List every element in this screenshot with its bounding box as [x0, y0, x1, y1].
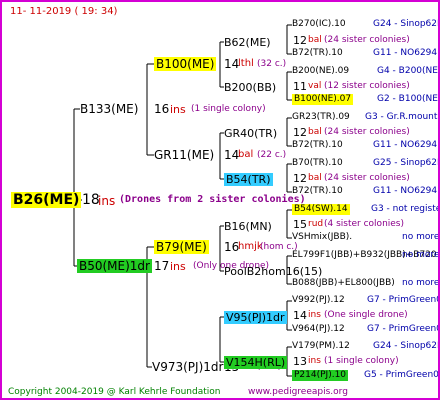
b200-ins: val: [308, 81, 322, 91]
b62-dam-line: G11 - NO6294R: [373, 48, 440, 58]
dam-dam-ins: lthl: [238, 58, 254, 69]
gen3-v154h-queen: V154H(RL): [224, 356, 288, 369]
dam-sire-generation: 14: [224, 148, 240, 162]
b16-dam-line: no more: [402, 232, 440, 242]
v154h-sire: V179(PM).12: [292, 341, 350, 351]
v95-dam: V964(PJ).12: [292, 324, 345, 334]
b62-note: (24 sister colonies): [324, 35, 410, 45]
dam-dam-queen: B100(ME): [154, 57, 217, 71]
poolb2-sire-line: no more: [402, 250, 440, 260]
v154h-note: (1 single colony): [324, 356, 399, 366]
v95-sire-line: G7 - PrimGreen00: [367, 295, 440, 305]
root-note: (Drones from 2 sister colonies): [119, 194, 306, 205]
b200-dam: B100(NE).07: [292, 94, 354, 105]
gr40-sire-line: G3 - Gr.R.mounta: [365, 112, 440, 122]
gen3-b200-queen: B200(BB): [224, 81, 277, 94]
b54-generation: 12: [293, 172, 307, 185]
sire-drone: B50(ME)1dr: [77, 259, 152, 273]
v95-ins: ins: [308, 310, 321, 320]
b62-dam: B72(TR).10: [292, 48, 343, 58]
b200-sire: B200(NE).09: [292, 66, 350, 76]
gen3-b16-queen: B16(MN): [224, 220, 272, 233]
b62-generation: 12: [293, 34, 307, 47]
b200-dam-line: G2 - B100(NE): [377, 94, 440, 104]
root-ins: ins: [98, 194, 116, 208]
gr40-note: (24 sister colonies): [324, 127, 410, 137]
v95-generation: 14: [293, 309, 307, 322]
gen3-b54-queen: B54(TR): [224, 173, 273, 186]
b16-generation: 15: [293, 218, 307, 231]
v154h-generation: 13: [293, 355, 307, 368]
sire-generation: 17: [154, 259, 170, 273]
dam-note: (1 single colony): [191, 104, 266, 114]
v154h-dam-line: G5 - PrimGreen00: [364, 370, 440, 380]
gen3-v95-queen: V95(PJ)1dr: [224, 311, 287, 324]
v95-dam-line: G7 - PrimGreen00: [367, 324, 440, 334]
b62-sire-line: G24 - Sinop62R: [373, 19, 440, 29]
v154h-dam: P214(PJ).10: [292, 370, 349, 381]
v154h-sire-line: G24 - Sinop62R: [373, 341, 440, 351]
dam-dam-generation: 14: [224, 57, 240, 71]
sire-ins: ins: [170, 260, 186, 273]
b54-dam-line: G11 - NO6294R: [373, 186, 440, 196]
b200-generation: 11: [293, 80, 307, 93]
b16-note: (4 sister colonies): [324, 219, 405, 229]
gr40-ins: bal: [308, 127, 322, 137]
sire-dam-generation: 16: [224, 240, 240, 254]
website-link[interactable]: www.pedigreeapis.org: [248, 388, 348, 397]
root-queen: B26(ME): [11, 192, 82, 208]
dam-queen: B133(ME): [80, 102, 139, 116]
gr40-dam-line: G11 - NO6294R: [373, 140, 440, 150]
v95-note: (One single drone): [324, 310, 408, 320]
b200-sire-line: G4 - B200(NE): [377, 66, 440, 76]
b200-note: (12 sister colonies): [324, 81, 410, 91]
dam-sire-ins: bal: [238, 149, 254, 160]
gen3-gr40-queen: GR40(TR): [224, 127, 278, 140]
b54-sire-line: G25 - Sinop62R: [373, 158, 440, 168]
gen3-poolb2-queen: PoolB2hom16(15): [224, 265, 323, 278]
sire-sire-drone: V973(PJ)1dr: [152, 360, 224, 374]
pedigree-chart: 11- 11-2019 ( 19: 34) B26(ME) 18 ins (Dr…: [0, 0, 440, 400]
gr40-dam: B72(TR).10: [292, 140, 343, 150]
dam-dam-note: (32 c.): [257, 59, 287, 69]
poolb2-dam: B088(JBB)+EL800(JBB): [292, 278, 395, 288]
b16-ins: rud: [308, 219, 324, 229]
v95-sire: V992(PJ).12: [292, 295, 345, 305]
timestamp: 11- 11-2019 ( 19: 34): [10, 6, 118, 17]
sire-dam-ins: hmjk: [238, 241, 263, 252]
gen3-b62-queen: B62(ME): [224, 36, 271, 49]
poolb2-dam-line: no more: [402, 278, 440, 288]
b62-ins: bal: [308, 35, 322, 45]
gr40-sire: GR23(TR).09: [292, 112, 350, 122]
dam-generation: 16: [154, 102, 170, 116]
dam-sire-queen: GR11(ME): [154, 148, 215, 162]
b54-note: (24 sister colonies): [324, 173, 410, 183]
b54-ins: bal: [308, 173, 322, 183]
b62-sire: B270(IC).10: [292, 19, 346, 29]
dam-ins: ins: [170, 103, 186, 116]
b16-sire-line: G3 - not registe: [371, 204, 440, 214]
b16-dam: VSHmix(JBB).: [292, 232, 353, 242]
sire-dam-queen: B79(ME): [154, 240, 209, 254]
b16-sire: B54(SW).14: [292, 204, 350, 215]
b54-sire: B70(TR).10: [292, 158, 343, 168]
copyright-text: Copyright 2004-2019 @ Karl Kehrle Founda…: [8, 387, 221, 397]
b54-dam: B72(TR).10: [292, 186, 343, 196]
gr40-generation: 12: [293, 126, 307, 139]
v154h-ins: ins: [308, 356, 321, 366]
dam-sire-note: (22 c.): [257, 150, 287, 160]
